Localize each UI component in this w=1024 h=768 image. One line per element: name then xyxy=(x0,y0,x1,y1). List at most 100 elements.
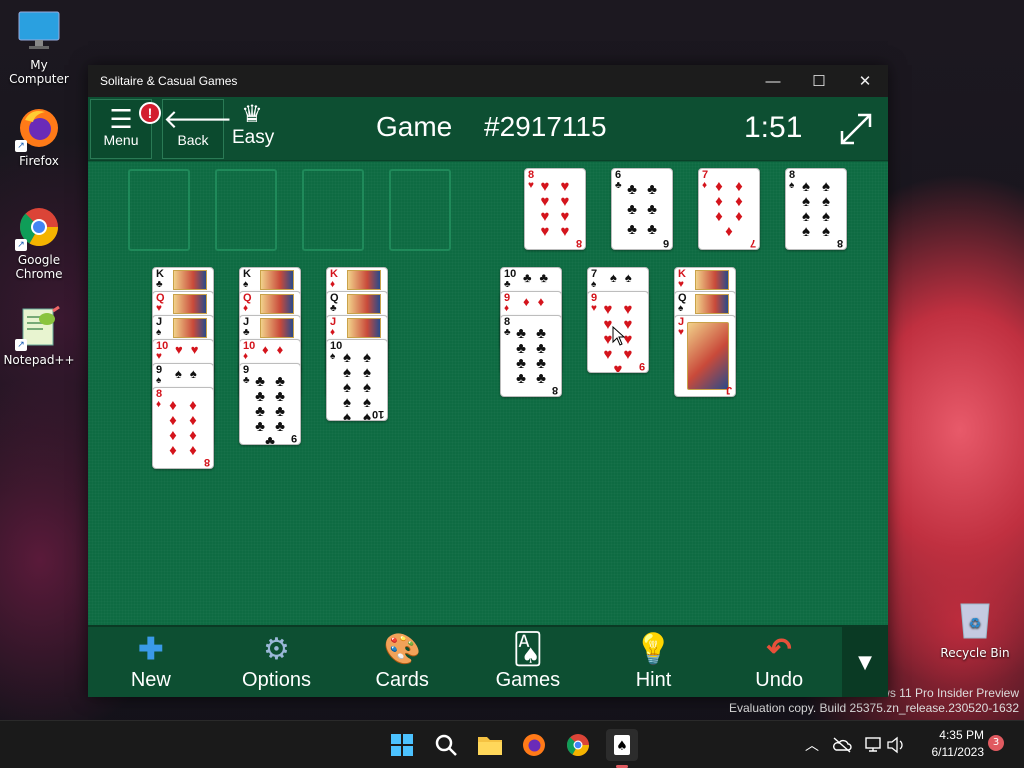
card-suit-icon: ♦ xyxy=(243,303,249,314)
games-button[interactable]: 🂡 Games xyxy=(465,627,591,697)
card-suit-icon: ♥ xyxy=(156,303,162,314)
file-explorer-button[interactable] xyxy=(474,729,506,761)
card-pips: ♦♦ xyxy=(523,294,553,309)
card-suit-icon: ♦ xyxy=(330,327,336,338)
games-label: Games xyxy=(495,669,561,691)
card-suit-icon: ♣ xyxy=(504,327,511,338)
card-suit-icon: ♥ xyxy=(591,303,597,314)
tableau-card[interactable]: 8 ♣ ♣ ♣ ♣ ♣ ♣ ♣ ♣ ♣ 8 xyxy=(500,315,562,397)
face-card-art xyxy=(173,318,207,338)
card-suit-icon: ♥ xyxy=(528,180,534,191)
folder-icon xyxy=(478,737,502,755)
title-bar[interactable]: Solitaire & Casual Games — ☐ ✕ xyxy=(88,65,888,97)
clock-date: 6/11/2023 xyxy=(931,745,985,759)
play-area: 8 ♥ ♥ ♥ ♥ ♥ ♥ ♥ ♥ ♥ 8 6 ♣ ♣ ♣ ♣ ♣ ♣ ♣ 6 7 ♦ ♦ ♦ ♦ ♦ ♦ ♦ ♦ 7 8 ♠ ♠ ♠ ♠ ♠ ♠ ♠ ♠ ♠… xyxy=(88,162,888,625)
chevron-down-icon: ▼ xyxy=(858,651,872,673)
card-pips: ♠ ♠ ♠ ♠ ♠ ♠ ♠ ♠ ♠ ♠ xyxy=(343,349,371,421)
solitaire-taskbar-button[interactable]: ♠ xyxy=(606,729,638,761)
card-pips: ♦♦ xyxy=(262,342,292,357)
tableau-card[interactable]: 9 ♣ ♣ ♣ ♣ ♣ ♣ ♣ ♣ ♣ ♣ 9 xyxy=(239,363,301,445)
card-suit-icon: ♣ xyxy=(243,375,250,386)
empty-free-cell-slot[interactable] xyxy=(215,169,277,251)
foundation-card[interactable]: 8 ♠ ♠ ♠ ♠ ♠ ♠ ♠ ♠ ♠ 8 xyxy=(785,168,847,250)
hint-button[interactable]: 💡 Hint xyxy=(591,627,717,697)
desktop-icon-label: Firefox xyxy=(19,154,59,168)
cards-button[interactable]: 🎨 Cards xyxy=(339,627,465,697)
desktop-icon-firefox[interactable]: ↗ Firefox xyxy=(0,106,78,168)
show-hidden-icons-button[interactable]: ︿ xyxy=(796,729,828,761)
onedrive-status-button[interactable] xyxy=(826,729,858,761)
desktop-icon-label: My Computer xyxy=(9,58,69,86)
svg-text:♠: ♠ xyxy=(616,739,628,754)
chrome-taskbar-button[interactable] xyxy=(562,729,594,761)
face-card-art xyxy=(173,270,207,290)
mouse-cursor-icon xyxy=(612,326,626,346)
back-label: Back xyxy=(177,132,209,148)
desktop-icon-my-computer[interactable]: My Computer xyxy=(0,10,78,86)
card-rank-bottom: 8 xyxy=(836,237,843,249)
card-deck-icon: 🂡 xyxy=(512,633,544,666)
back-button[interactable]: 🡐 Back xyxy=(162,99,233,159)
face-card-art xyxy=(260,294,294,314)
firefox-taskbar-button[interactable] xyxy=(518,729,550,761)
empty-free-cell-slot[interactable] xyxy=(302,169,364,251)
card-pips: ♣ ♣ ♣ ♣ ♣ ♣ xyxy=(627,180,657,238)
foundation-card[interactable]: 6 ♣ ♣ ♣ ♣ ♣ ♣ ♣ 6 xyxy=(611,168,673,250)
new-game-button[interactable]: ✚ New xyxy=(88,627,214,697)
foundation-card[interactable]: 8 ♥ ♥ ♥ ♥ ♥ ♥ ♥ ♥ ♥ 8 xyxy=(524,168,586,250)
face-card-art xyxy=(695,270,729,290)
difficulty-label: Easy xyxy=(232,127,275,148)
card-suit-icon: ♣ xyxy=(330,303,337,314)
card-suit-icon: ♦ xyxy=(156,399,162,410)
desktop-icon-recycle-bin[interactable]: ♻ Recycle Bin xyxy=(936,598,1014,660)
desktop-icon-label: Notepad++ xyxy=(3,353,75,367)
menu-button[interactable]: ☰ Menu ! xyxy=(90,99,161,159)
foundation-card[interactable]: 7 ♦ ♦ ♦ ♦ ♦ ♦ ♦ ♦ 7 xyxy=(698,168,760,250)
card-rank-bottom: 8 xyxy=(575,237,582,249)
notification-count-badge[interactable]: 3 xyxy=(988,735,1004,751)
undo-button[interactable]: ↶ Undo xyxy=(716,627,842,697)
face-card-art xyxy=(260,270,294,290)
empty-free-cell-slot[interactable] xyxy=(389,169,451,251)
options-button[interactable]: ⚙ Options xyxy=(214,627,340,697)
card-suit-icon: ♦ xyxy=(504,303,510,314)
start-button[interactable] xyxy=(386,729,418,761)
desktop-icon-label: Google Chrome xyxy=(15,253,63,281)
cloud-offline-icon xyxy=(833,737,852,753)
solitaire-icon: ♠ xyxy=(614,735,630,755)
menu-label: Menu xyxy=(103,132,139,148)
clock[interactable]: 4:35 PM 6/11/2023 xyxy=(914,727,985,761)
close-button[interactable]: ✕ xyxy=(842,65,888,97)
search-button[interactable] xyxy=(430,729,462,761)
tableau-card[interactable]: J ♥ J xyxy=(674,315,736,397)
card-rank-bottom: J xyxy=(725,384,732,396)
hint-label: Hint xyxy=(635,669,672,691)
card-rank-bottom: 8 xyxy=(551,384,558,396)
card-rank-bottom: 7 xyxy=(749,237,756,249)
bottom-toolbar: ✚ New ⚙ Options 🎨 Cards 🂡 Games 💡 Hint ↶… xyxy=(88,625,889,697)
fullscreen-icon[interactable] xyxy=(836,109,876,149)
taskbar: ♠ ︿ 4:35 PM 6/11/2023 3 xyxy=(0,720,1024,768)
maximize-button[interactable]: ☐ xyxy=(796,65,842,97)
chrome-icon xyxy=(566,734,589,756)
firefox-icon xyxy=(523,734,545,756)
arrow-left-icon: 🡐 xyxy=(163,104,233,134)
windows-logo-icon xyxy=(391,734,413,756)
empty-free-cell-slot[interactable] xyxy=(128,169,190,251)
desktop-icon-notepad-plus-plus[interactable]: ↗ Notepad++ xyxy=(0,305,78,367)
speaker-icon xyxy=(887,736,903,754)
plus-icon: ✚ xyxy=(138,633,164,666)
expand-toolbar-button[interactable]: ▼ xyxy=(842,627,889,697)
tableau-card[interactable]: 10 ♠ ♠ ♠ ♠ ♠ ♠ ♠ ♠ ♠ ♠ ♠ 10 xyxy=(326,339,388,421)
card-suit-icon: ♠ xyxy=(678,303,684,314)
card-suit-icon: ♦ xyxy=(702,180,708,191)
card-suit-icon: ♦ xyxy=(330,279,336,290)
face-card-art xyxy=(260,318,294,338)
tableau-card[interactable]: 8 ♦ ♦ ♦ ♦ ♦ ♦ ♦ ♦ ♦ 8 xyxy=(152,387,214,469)
face-card-art xyxy=(687,322,729,390)
card-pips: ♦ ♦ ♦ ♦ ♦ ♦ ♦ ♦ xyxy=(169,397,197,459)
minimize-button[interactable]: — xyxy=(750,65,796,97)
volume-button[interactable] xyxy=(880,729,912,761)
face-card-art xyxy=(173,294,207,314)
desktop-icon-google-chrome[interactable]: ↗ Google Chrome xyxy=(0,205,78,281)
